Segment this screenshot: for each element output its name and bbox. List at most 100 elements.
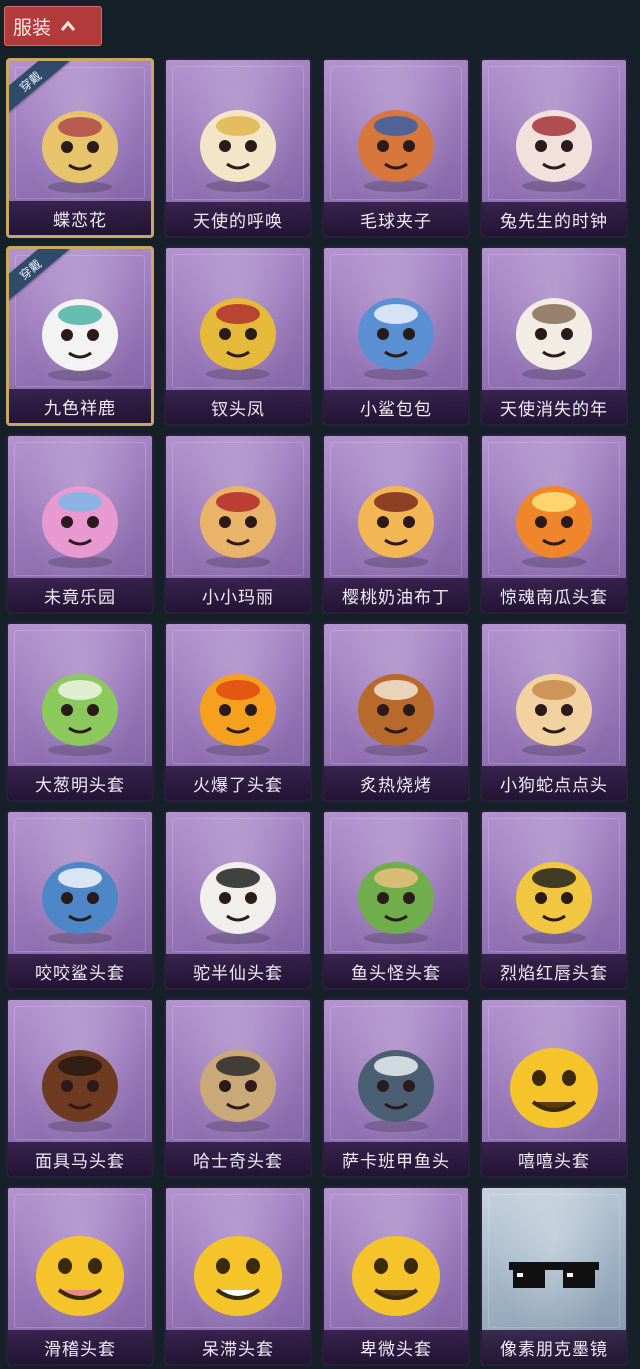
item-label-bar: 小鲨包包 (324, 390, 468, 424)
horse-head-icon (25, 1026, 135, 1136)
yellow-red-lips-head-icon (499, 838, 609, 948)
sacabambaspis-head-icon (341, 1026, 451, 1136)
costume-item-card[interactable]: 炙热烧烤 (322, 622, 470, 802)
item-label-bar: 九色祥鹿 (9, 389, 151, 423)
costume-item-card[interactable]: 兔先生的时钟 (480, 58, 628, 238)
angel-doll-icon (183, 86, 293, 196)
item-name: 毛球夹子 (360, 211, 432, 232)
green-onion-head-icon (25, 650, 135, 760)
rabbit-clock-icon (499, 86, 609, 196)
costume-item-card[interactable]: 萨卡班甲鱼头 (322, 998, 470, 1178)
costume-item-card[interactable]: 惊魂南瓜头套 (480, 434, 628, 614)
costume-item-card[interactable]: 火爆了头套 (164, 622, 312, 802)
costume-tab[interactable]: 服装 (4, 6, 102, 46)
little-mary-doll-icon (183, 462, 293, 572)
snake-head-icon (499, 650, 609, 760)
item-name: 小狗蛇点点头 (500, 775, 608, 796)
item-label-bar: 萨卡班甲鱼头 (324, 1142, 468, 1176)
item-label-bar: 兔先生的时钟 (482, 202, 626, 236)
item-label-bar: 咬咬鲨头套 (8, 954, 152, 988)
item-name: 小鲨包包 (360, 399, 432, 420)
item-name: 火爆了头套 (193, 775, 283, 796)
item-label-bar: 呆滞头套 (166, 1330, 310, 1364)
item-label-bar: 未竟乐园 (8, 578, 152, 612)
costume-item-card[interactable]: 呆滞头套 (164, 1186, 312, 1366)
item-name: 大葱明头套 (35, 775, 125, 796)
costume-item-card[interactable]: 天使消失的年 (480, 246, 628, 426)
item-label-bar: 天使消失的年 (482, 390, 626, 424)
costume-item-card[interactable]: 大葱明头套 (6, 622, 154, 802)
costume-item-card[interactable]: 驼半仙头套 (164, 810, 312, 990)
item-name: 哈士奇头套 (193, 1151, 283, 1172)
item-label-bar: 卑微头套 (324, 1330, 468, 1364)
cherry-pudding-icon (341, 462, 451, 572)
shark-bag-icon (341, 274, 451, 384)
costume-item-card[interactable]: 穿戴 蝶恋花 (6, 58, 154, 238)
item-label-bar: 惊魂南瓜头套 (482, 578, 626, 612)
costume-item-card[interactable]: 小狗蛇点点头 (480, 622, 628, 802)
red-panda-drummer-icon (341, 86, 451, 196)
sunglasses-bear-head-icon (183, 838, 293, 948)
costume-item-card[interactable]: 鱼头怪头套 (322, 810, 470, 990)
item-label-bar: 烈焰红唇头套 (482, 954, 626, 988)
item-name: 卑微头套 (360, 1339, 432, 1360)
item-label-bar: 天使的呼唤 (166, 202, 310, 236)
funny-emoji-head-icon (25, 1214, 135, 1324)
item-label-bar: 炙热烧烤 (324, 766, 468, 800)
costume-item-card[interactable]: 嘻嘻头套 (480, 998, 628, 1178)
costume-item-card[interactable]: 像素朋克墨镜 (480, 1186, 628, 1366)
item-name: 小小玛丽 (202, 587, 274, 608)
item-name: 炙热烧烤 (360, 775, 432, 796)
costume-item-card[interactable]: 烈焰红唇头套 (480, 810, 628, 990)
item-name: 呆滞头套 (202, 1339, 274, 1360)
item-grid: 穿戴 蝶恋花 天使的呼唤 毛球夹子 兔先生的时钟 穿戴 九色祥鹿 钗头凤 小鲨包… (6, 58, 628, 1366)
item-label-bar: 滑稽头套 (8, 1330, 152, 1364)
costume-item-card[interactable]: 樱桃奶油布丁 (322, 434, 470, 614)
item-name: 烈焰红唇头套 (500, 963, 608, 984)
costume-item-card[interactable]: 天使的呼唤 (164, 58, 312, 238)
fish-head-icon (341, 838, 451, 948)
item-label-bar: 面具马头套 (8, 1142, 152, 1176)
costume-item-card[interactable]: 未竟乐园 (6, 434, 154, 614)
item-label-bar: 鱼头怪头套 (324, 954, 468, 988)
costume-item-card[interactable]: 小小玛丽 (164, 434, 312, 614)
item-name: 嘻嘻头套 (518, 1151, 590, 1172)
item-name: 樱桃奶油布丁 (342, 587, 450, 608)
item-name: 面具马头套 (35, 1151, 125, 1172)
costume-item-card[interactable]: 毛球夹子 (322, 58, 470, 238)
pumpkin-head-icon (499, 462, 609, 572)
item-label-bar: 哈士奇头套 (166, 1142, 310, 1176)
costume-item-card[interactable]: 哈士奇头套 (164, 998, 312, 1178)
costume-item-card[interactable]: 面具马头套 (6, 998, 154, 1178)
bbq-meat-head-icon (341, 650, 451, 760)
pixel-sunglasses-icon (499, 1214, 609, 1324)
costume-tab-label: 服装 (13, 16, 52, 39)
costume-item-card[interactable]: 咬咬鲨头套 (6, 810, 154, 990)
item-label-bar: 钗头凤 (166, 390, 310, 424)
item-name: 鱼头怪头套 (351, 963, 441, 984)
humble-emoji-head-icon (341, 1214, 451, 1324)
item-name: 钗头凤 (211, 399, 265, 420)
item-name: 像素朋克墨镜 (500, 1339, 608, 1360)
item-label-bar: 蝶恋花 (9, 201, 151, 235)
item-name: 蝶恋花 (53, 210, 107, 231)
item-label-bar: 小狗蛇点点头 (482, 766, 626, 800)
item-label-bar: 大葱明头套 (8, 766, 152, 800)
item-name: 天使的呼唤 (193, 211, 283, 232)
fire-head-icon (183, 650, 293, 760)
item-label-bar: 火爆了头套 (166, 766, 310, 800)
veiled-angel-doll-icon (499, 274, 609, 384)
costume-item-card[interactable]: 钗头凤 (164, 246, 312, 426)
item-name: 兔先生的时钟 (500, 211, 608, 232)
husky-head-icon (183, 1026, 293, 1136)
deer-ornament-icon (25, 275, 135, 385)
pink-hair-doll-icon (25, 462, 135, 572)
dull-emoji-head-icon (183, 1214, 293, 1324)
costume-item-card[interactable]: 滑稽头套 (6, 1186, 154, 1366)
costume-item-card[interactable]: 小鲨包包 (322, 246, 470, 426)
item-label-bar: 驼半仙头套 (166, 954, 310, 988)
phoenix-crown-doll-icon (183, 274, 293, 384)
costume-item-card[interactable]: 卑微头套 (322, 1186, 470, 1366)
item-label-bar: 小小玛丽 (166, 578, 310, 612)
costume-item-card[interactable]: 穿戴 九色祥鹿 (6, 246, 154, 426)
